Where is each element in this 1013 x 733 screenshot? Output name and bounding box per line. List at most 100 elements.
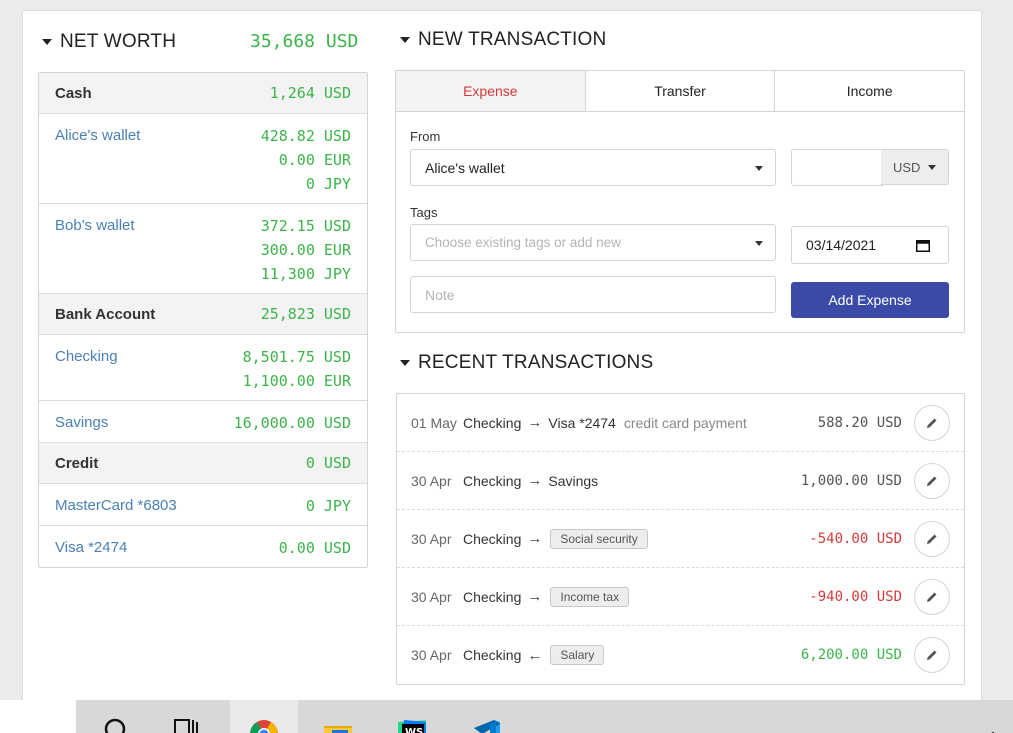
date-input[interactable]: 03/14/2021 [791, 226, 949, 264]
net-worth-title: NET WORTH [60, 31, 177, 52]
account-row: Savings 16,000.00 USD [39, 401, 367, 443]
note-input[interactable]: Note [410, 276, 776, 313]
group-total: 1,264 USD [269, 84, 351, 102]
account-row: Bob's wallet 372.15 USD 300.00 EUR 11,30… [39, 204, 367, 294]
group-row-credit: Credit 0 USD [39, 443, 367, 484]
edit-transaction-button[interactable] [914, 462, 950, 499]
transaction-date: 01 May [411, 414, 457, 431]
currency-dropdown[interactable]: USD [881, 149, 949, 185]
edit-transaction-button[interactable] [914, 520, 950, 557]
recent-transactions-title: RECENT TRANSACTIONS [418, 352, 654, 373]
account-link[interactable]: MasterCard *6803 [55, 494, 177, 518]
transaction-date: 30 Apr [411, 472, 452, 489]
pencil-icon [927, 534, 937, 544]
account-balance: 8,501.75 USD [242, 348, 351, 366]
account-link[interactable]: Alice's wallet [55, 124, 140, 196]
transaction-type-tabs: Expense Transfer Income [396, 71, 965, 112]
account-row: Checking 8,501.75 USD 1,100.00 EUR [39, 335, 367, 401]
webstorm-icon[interactable]: WS [398, 710, 426, 733]
net-worth-header[interactable]: NET WORTH [42, 31, 176, 53]
edit-transaction-button[interactable] [914, 637, 950, 673]
pencil-icon [927, 650, 937, 660]
group-total: 25,823 USD [260, 305, 351, 323]
transaction-from: Checking [463, 647, 522, 663]
chrome-icon[interactable] [250, 710, 278, 733]
add-expense-button[interactable]: Add Expense [791, 282, 949, 318]
chevron-down-icon [755, 240, 763, 246]
transaction-tag: Salary [550, 645, 605, 665]
amount-input[interactable] [791, 149, 883, 186]
transaction-from: Checking [463, 414, 522, 431]
account-balance: 0.00 USD [278, 539, 351, 557]
arrow-right-icon: → [527, 530, 543, 547]
account-link[interactable]: Checking [55, 345, 118, 393]
file-explorer-icon[interactable] [324, 710, 352, 733]
account-row: MasterCard *6803 0 JPY [39, 484, 367, 526]
account-balance: 0.00 EUR [278, 151, 351, 169]
transaction-amount: -540.00 USD [809, 530, 902, 547]
account-link[interactable]: Savings [55, 411, 108, 435]
transaction-to: Savings [548, 472, 599, 489]
tab-income[interactable]: Income [775, 71, 965, 111]
edit-transaction-button[interactable] [914, 578, 950, 615]
transaction-to: Visa *2474 [548, 414, 616, 431]
transaction-from: Checking [463, 472, 522, 489]
from-label: From [410, 129, 441, 144]
date-value: 03/14/2021 [806, 237, 877, 253]
account-balance: 16,000.00 USD [233, 414, 351, 432]
account-link[interactable]: Visa *2474 [55, 536, 127, 560]
tab-expense[interactable]: Expense [396, 71, 586, 111]
chevron-down-icon [928, 165, 936, 170]
recent-transactions-header[interactable]: RECENT TRANSACTIONS [400, 352, 653, 374]
account-balance: 0 JPY [305, 175, 351, 193]
vscode-icon[interactable] [472, 710, 500, 733]
search-icon[interactable] [102, 710, 130, 733]
transaction-row: 30 Apr Checking → Savings 1,000.00 USD [397, 452, 964, 510]
collapse-caret-icon[interactable] [400, 360, 410, 366]
account-balance: 11,300 JPY [260, 265, 351, 283]
transaction-date: 30 Apr [411, 530, 452, 547]
account-balance: 372.15 USD [260, 217, 351, 235]
group-row-cash: Cash 1,264 USD [39, 73, 367, 114]
group-name: Bank Account [55, 305, 156, 323]
chevron-down-icon [755, 165, 763, 171]
pencil-icon [927, 476, 937, 486]
collapse-caret-icon[interactable] [400, 37, 410, 43]
group-row-bank-account: Bank Account 25,823 USD [39, 294, 367, 335]
arrow-right-icon: → [527, 472, 543, 489]
tab-transfer[interactable]: Transfer [585, 71, 776, 111]
account-link[interactable]: Bob's wallet [55, 214, 135, 286]
account-row: Alice's wallet 428.82 USD 0.00 EUR 0 JPY [39, 114, 367, 204]
edit-transaction-button[interactable] [914, 404, 950, 441]
new-transaction-title: NEW TRANSACTION [418, 29, 607, 50]
transaction-tag: Income tax [550, 586, 630, 607]
transaction-amount: 588.20 USD [817, 414, 902, 431]
accounts-table: Cash 1,264 USD Alice's wallet 428.82 USD… [38, 72, 368, 568]
account-balance: 300.00 EUR [260, 241, 351, 259]
from-account-select[interactable]: Alice's wallet [410, 149, 776, 186]
new-transaction-header[interactable]: NEW TRANSACTION [400, 29, 606, 51]
collapse-caret-icon[interactable] [42, 39, 52, 45]
taskbar-search-box[interactable] [0, 700, 76, 733]
transaction-amount: 1,000.00 USD [800, 472, 902, 489]
transaction-amount: 6,200.00 USD [800, 647, 902, 663]
net-worth-total: 35,668 USD [250, 31, 359, 52]
show-hidden-icons-chevron[interactable] [982, 710, 1010, 733]
tags-select[interactable]: Choose existing tags or add new [410, 224, 776, 261]
note-placeholder: Note [425, 286, 455, 303]
group-name: Credit [55, 454, 99, 472]
group-name: Cash [55, 84, 92, 102]
arrow-right-icon: → [527, 588, 543, 605]
pencil-icon [927, 592, 937, 602]
transaction-row: 30 Apr Checking ← Salary 6,200.00 USD [397, 626, 964, 684]
transaction-note: credit card payment [623, 414, 747, 431]
currency-value: USD [893, 159, 921, 175]
calendar-icon[interactable] [916, 239, 930, 255]
arrow-right-icon: → [527, 414, 543, 431]
transaction-amount: -940.00 USD [809, 588, 902, 605]
task-view-icon[interactable] [172, 710, 200, 733]
transaction-from: Checking [463, 588, 522, 605]
svg-text:WS: WS [405, 727, 423, 733]
tags-label: Tags [410, 205, 438, 220]
transaction-row: 01 May Checking → Visa *2474 credit card… [397, 394, 964, 452]
